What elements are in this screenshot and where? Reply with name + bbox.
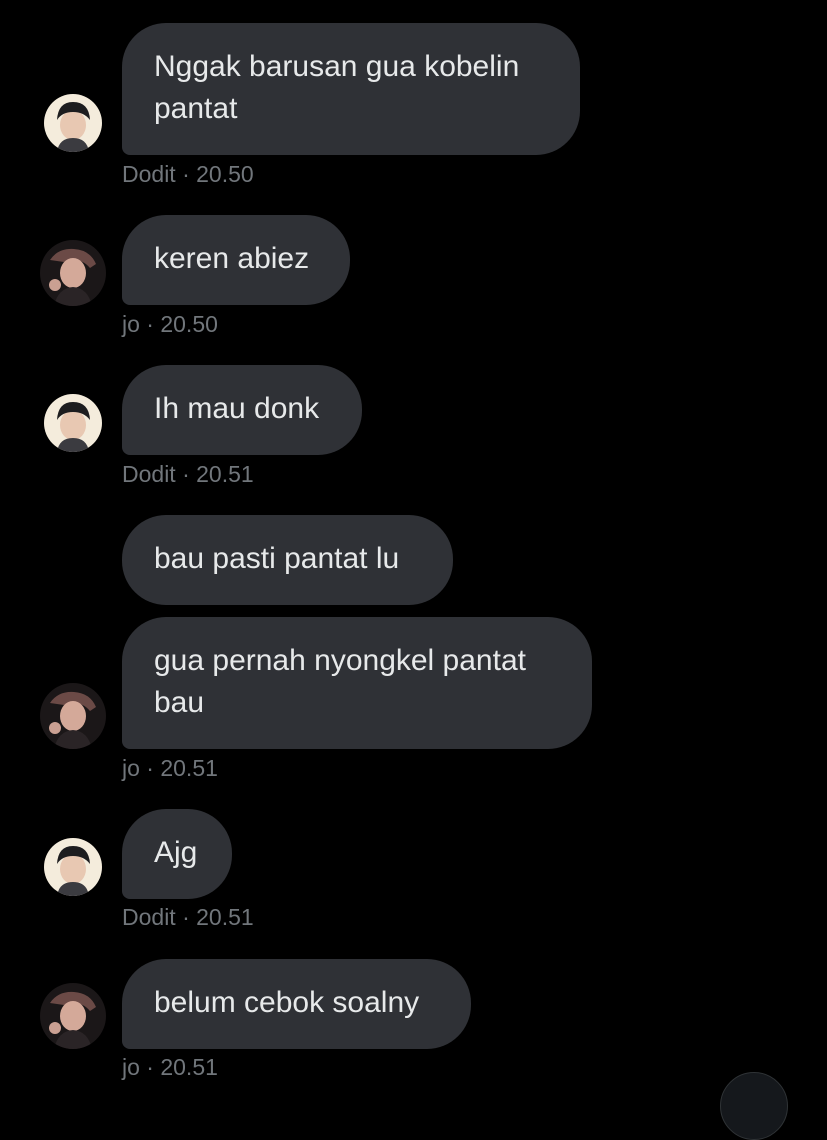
message-meta: Dodit · 20.51 (122, 904, 254, 930)
avatar-jo-icon[interactable] (40, 983, 106, 1049)
avatar-dodit-icon[interactable] (44, 838, 102, 896)
message-meta: jo · 20.51 (122, 1054, 218, 1080)
message-text: belum cebok soalny (154, 986, 420, 1019)
message-bubble[interactable]: keren abiez (122, 215, 350, 305)
message-meta: Dodit · 20.51 (122, 461, 254, 487)
message-bubble[interactable]: Nggak barusan gua kobelin pantat (122, 23, 580, 155)
message-text: Ajg (154, 836, 198, 869)
avatar-dodit-icon[interactable] (44, 394, 102, 452)
avatar-jo-icon[interactable] (40, 240, 106, 306)
message-meta: jo · 20.50 (122, 311, 218, 337)
message-text: gua pernah nyongkel pantat bau (154, 644, 526, 719)
message-text: bau pasti pantat lu (154, 542, 400, 575)
avatar-dodit-icon[interactable] (44, 94, 102, 152)
message-bubble[interactable]: gua pernah nyongkel pantat bau (122, 617, 592, 749)
message-text: Ih mau donk (154, 392, 320, 425)
message-meta: jo · 20.51 (122, 755, 218, 781)
avatar-jo-icon[interactable] (40, 683, 106, 749)
scroll-down-button[interactable] (720, 1072, 788, 1140)
message-bubble[interactable]: belum cebok soalny (122, 959, 471, 1049)
message-bubble[interactable]: Ajg (122, 809, 232, 899)
message-bubble[interactable]: Ih mau donk (122, 365, 362, 455)
message-text: Nggak barusan gua kobelin pantat (154, 50, 520, 125)
message-bubble[interactable]: bau pasti pantat lu (122, 515, 453, 605)
message-meta: Dodit · 20.50 (122, 161, 254, 187)
message-text: keren abiez (154, 242, 310, 275)
